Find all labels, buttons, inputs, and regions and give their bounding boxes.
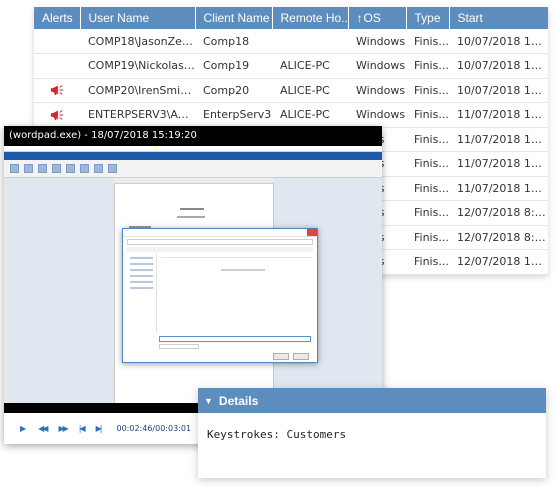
table-row[interactable]: ENTERPSERV3\Admi...EnterpServ3ALICE-PCWi…	[34, 102, 548, 128]
cell-os: Windows	[348, 102, 406, 128]
cell-start: 11/07/2018 18:1...	[449, 176, 548, 201]
cell-type: Finis...	[406, 53, 449, 79]
cell-type: Finis...	[406, 102, 449, 128]
cell-client-name: Comp18	[195, 29, 272, 54]
playback-time: 00:02:46/00:03:01	[116, 424, 192, 433]
rewind-icon[interactable]: ◀◀	[38, 424, 48, 433]
skip-to-start-icon[interactable]: |◀	[79, 424, 86, 433]
cell-user-name: COMP18\JasonZena	[80, 29, 195, 54]
cell-alert	[34, 53, 80, 79]
table-row[interactable]: COMP20\IrenSmithon Comp20 ALICE-PC Windows F…	[34, 78, 548, 103]
column-header-type[interactable]: Type	[406, 7, 450, 29]
table-row[interactable]: COMP18\JasonZena Comp18 Windows Finis... 10/…	[34, 29, 548, 54]
player-title: (wordpad.exe) - 18/07/2018 15:19:20	[4, 126, 382, 146]
cell-start: 12/07/2018 8:28...	[449, 225, 548, 250]
recording-notice	[154, 146, 160, 151]
cell-type: Finis...	[406, 151, 449, 177]
cell-os: Windows	[348, 53, 406, 79]
cell-remote-host	[272, 29, 348, 54]
table-row[interactable]: COMP19\NickolasSh...Comp19ALICE-PCWindow…	[34, 53, 548, 79]
cell-remote-host: ALICE-PC	[272, 78, 348, 103]
cell-start: 12/07/2018 8:44...	[449, 200, 548, 226]
column-header-user-name[interactable]: User Name	[80, 7, 196, 29]
cell-type: Finis...	[406, 176, 449, 201]
cell-type: Finis...	[406, 249, 449, 275]
cell-type: Finis...	[406, 78, 449, 103]
skip-to-end-icon[interactable]: ▶|	[96, 424, 103, 433]
table-header-row: Alerts User Name Client Name Remote Ho..…	[34, 7, 548, 29]
column-header-client-name[interactable]: Client Name	[195, 7, 273, 29]
cell-start: 12/07/2018 12:0...	[449, 249, 548, 275]
cell-remote-host: ALICE-PC	[272, 102, 348, 128]
cell-start: 10/07/2018 12:0...	[449, 29, 548, 54]
details-header[interactable]: ▼ Details	[198, 388, 546, 413]
cell-start: 11/07/2018 18:1...	[449, 151, 548, 177]
cell-remote-host: ALICE-PC	[272, 53, 348, 79]
cell-alert	[34, 29, 80, 54]
cell-alert	[34, 102, 80, 128]
sort-ascending-icon: ↑	[356, 11, 363, 25]
column-header-remote-host[interactable]: Remote Ho...	[272, 7, 349, 29]
column-header-alerts[interactable]: Alerts	[34, 7, 81, 29]
cell-type: Finis...	[406, 29, 449, 54]
details-title: Details	[218, 393, 259, 408]
details-panel: ▼ Details Keystrokes: Customers	[198, 388, 546, 478]
recorded-screen[interactable]	[4, 146, 382, 403]
cell-user-name: ENTERPSERV3\Admi...	[80, 102, 195, 128]
keystrokes-text: Keystrokes: Customers	[207, 428, 347, 441]
collapse-caret-icon[interactable]: ▼	[204, 396, 213, 406]
save-as-dialog-thumbnail	[122, 228, 318, 363]
cell-start: 10/07/2018 12:2...	[449, 78, 548, 103]
cell-os: Windows	[348, 29, 406, 54]
cell-type: Finis...	[406, 200, 449, 226]
cell-type: Finis...	[406, 225, 449, 250]
cell-user-name: COMP19\NickolasSh...	[80, 53, 195, 79]
cell-start: 10/07/2018 11:2...	[449, 53, 548, 79]
alert-megaphone-icon	[50, 109, 64, 120]
cell-type: Finis...	[406, 127, 449, 152]
play-icon[interactable]: ▶	[20, 424, 26, 433]
cell-client-name: EnterpServ3	[195, 102, 272, 128]
cell-start: 11/07/2018 12:5...	[449, 102, 548, 128]
cell-alert	[34, 78, 80, 103]
fast-forward-icon[interactable]: ▶▶	[58, 424, 68, 433]
column-header-start[interactable]: Start	[449, 7, 548, 29]
cell-os: Windows	[348, 78, 406, 103]
alert-megaphone-icon	[50, 85, 64, 96]
cell-client-name: Comp19	[195, 53, 272, 79]
cell-start: 11/07/2018 11:5...	[449, 127, 548, 152]
cell-user-name: COMP20\IrenSmithon	[80, 78, 195, 103]
cell-client-name: Comp20	[195, 78, 272, 103]
column-header-os-label: OS	[363, 11, 381, 25]
column-header-os[interactable]: ↑OS	[348, 7, 407, 29]
